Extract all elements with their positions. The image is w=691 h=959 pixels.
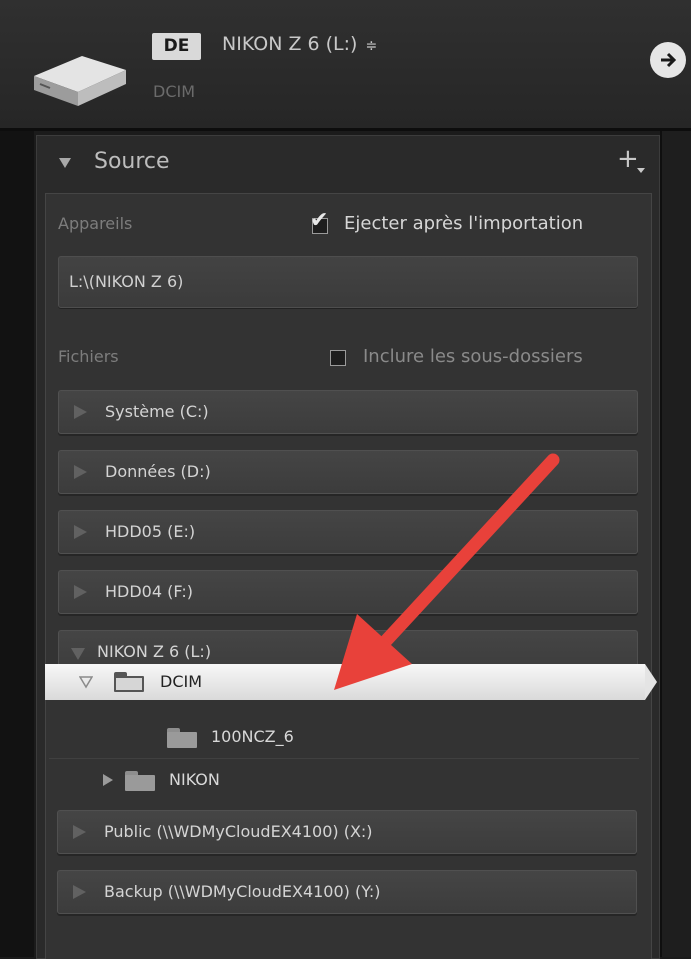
collapse-triangle-icon[interactable]: [59, 158, 71, 168]
source-panel: Source + Appareils ✔ Ejecter après l'imp…: [36, 135, 660, 959]
drive-label: HDD04 (F:): [105, 582, 193, 601]
expanded-triangle-icon[interactable]: [79, 675, 93, 689]
selected-row-pointer: [645, 664, 657, 700]
drive-row-hdd04-f[interactable]: HDD04 (F:): [58, 570, 638, 614]
drive-label: HDD05 (E:): [105, 522, 196, 541]
folder-row-dcim[interactable]: DCIM: [45, 664, 645, 700]
folder-label: 100NCZ_6: [211, 727, 294, 746]
left-panel-edge: [0, 131, 34, 957]
folder-icon: [125, 771, 155, 791]
device-badge: DE: [152, 33, 201, 60]
include-subfolders-checkbox[interactable]: [330, 350, 346, 366]
device-path: L:\(NIKON Z 6): [69, 272, 184, 291]
device-name: NIKON Z 6 (L:): [222, 33, 358, 55]
device-folder-label: DCIM: [153, 82, 196, 101]
device-selector[interactable]: NIKON Z 6 (L:) ≑: [222, 33, 377, 55]
expand-triangle-icon[interactable]: [103, 774, 113, 786]
add-source-caret-icon[interactable]: [637, 168, 645, 173]
folder-label: DCIM: [160, 672, 203, 691]
drive-label: Système (C:): [105, 402, 209, 421]
drive-label: Backup (\\WDMyCloudEX4100) (Y:): [104, 882, 381, 901]
expand-triangle-icon[interactable]: [73, 825, 86, 839]
drive-label: Public (\\WDMyCloudEX4100) (X:): [104, 822, 373, 841]
source-title: Source: [94, 149, 170, 174]
drive-row-donnees-d[interactable]: Données (D:): [58, 450, 638, 494]
expand-triangle-icon[interactable]: [74, 525, 87, 539]
folder-icon: [114, 672, 144, 692]
source-panel-header[interactable]: Source +: [37, 136, 659, 186]
import-source-header: DE NIKON Z 6 (L:) ≑ DCIM: [0, 0, 691, 131]
include-subfolders-label[interactable]: Inclure les sous-dossiers: [363, 346, 583, 367]
drive-row-system-c[interactable]: Système (C:): [58, 390, 638, 434]
tree-divider: [49, 758, 639, 759]
drive-row-hdd05-e[interactable]: HDD05 (E:): [58, 510, 638, 554]
drive-label: NIKON Z 6 (L:): [97, 642, 212, 661]
expand-triangle-icon[interactable]: [74, 465, 87, 479]
folder-row-100ncz6[interactable]: 100NCZ_6: [45, 722, 649, 756]
collapse-triangle-icon[interactable]: [71, 648, 85, 660]
expand-triangle-icon[interactable]: [74, 585, 87, 599]
eject-label[interactable]: Ejecter après l'importation: [344, 213, 583, 234]
right-panel-edge: [660, 131, 691, 957]
arrow-right-icon[interactable]: [650, 42, 686, 78]
files-label: Fichiers: [58, 347, 119, 366]
device-path-field[interactable]: L:\(NIKON Z 6): [58, 256, 638, 308]
expand-triangle-icon[interactable]: [73, 885, 86, 899]
drive-label: Données (D:): [105, 462, 211, 481]
folder-icon: [167, 728, 197, 748]
hard-drive-icon: [34, 56, 126, 106]
checkmark-icon: ✔: [310, 208, 329, 233]
eject-checkbox[interactable]: ✔: [310, 210, 328, 234]
folder-label: NIKON: [169, 770, 220, 789]
folder-row-nikon[interactable]: NIKON: [45, 764, 649, 798]
expand-triangle-icon[interactable]: [74, 405, 87, 419]
drive-row-public-x[interactable]: Public (\\WDMyCloudEX4100) (X:): [57, 810, 637, 854]
devices-label: Appareils: [58, 214, 133, 233]
add-source-plus-icon[interactable]: +: [617, 146, 639, 172]
drive-row-backup-y[interactable]: Backup (\\WDMyCloudEX4100) (Y:): [57, 870, 637, 914]
up-down-arrows-icon: ≑: [365, 38, 378, 54]
